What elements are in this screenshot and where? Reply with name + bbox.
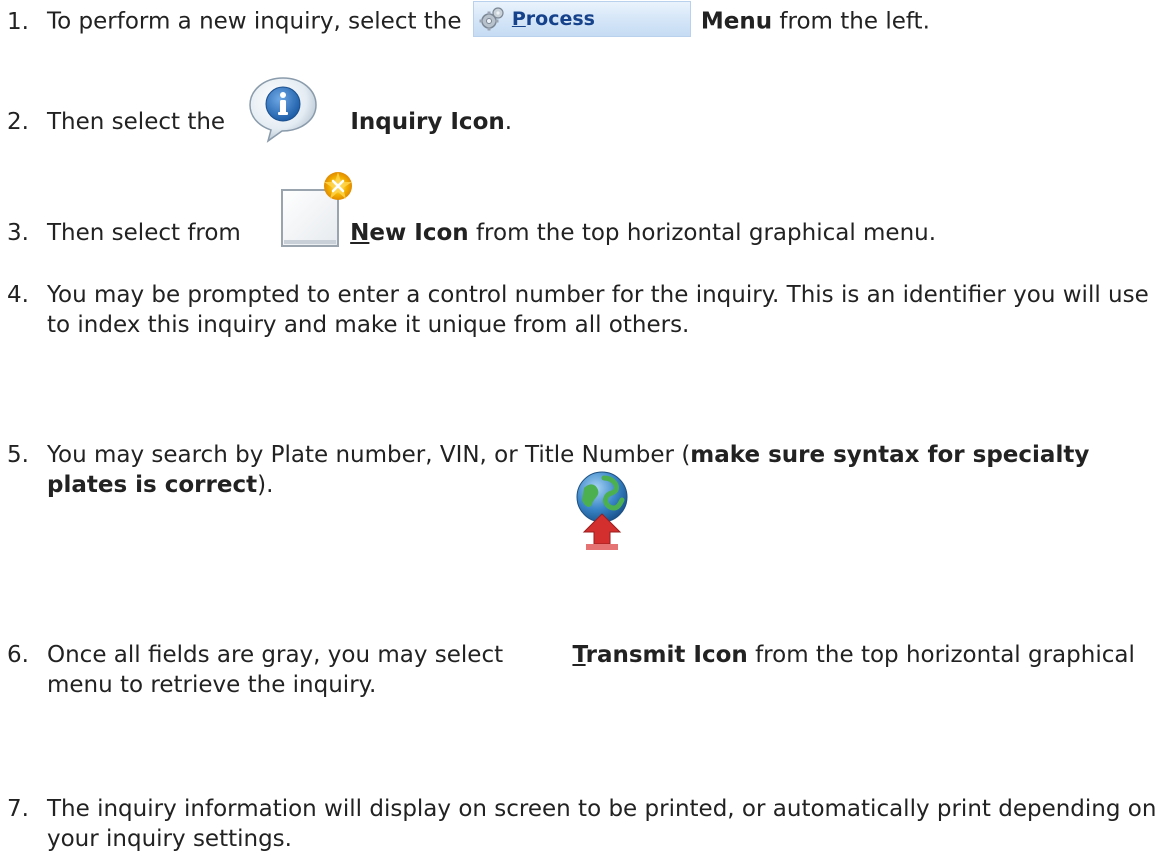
step-bold-text: ransmit Icon (585, 642, 748, 668)
step-text: from the top horizontal graphical menu. (468, 220, 937, 246)
gear-icon (479, 7, 504, 31)
step-text: You may be prompted to enter a control n… (47, 282, 1149, 338)
step-text: . (504, 109, 513, 135)
step-number: 4. (7, 282, 29, 308)
step-1: 1. To perform a new inquiry, select the P… (7, 1, 1157, 40)
step-number: 6. (7, 642, 29, 668)
step-text: Then select the (47, 109, 226, 135)
step-text: Then select from (47, 220, 241, 246)
step-bold-text: Menu (700, 8, 773, 35)
step-text: ). (257, 472, 274, 498)
step-text: The inquiry information will display on … (47, 796, 1157, 852)
process-menu-button[interactable]: Process (472, 1, 691, 37)
new-document-icon[interactable] (278, 166, 358, 250)
step-number: 2. (7, 109, 29, 135)
step-bold-text: ew Icon (369, 220, 469, 246)
step-number: 7. (7, 796, 29, 822)
step-2: 2. Then select the Inquiry Icon. (7, 107, 1157, 137)
step-bold-text: Inquiry Icon (350, 109, 505, 135)
step-number: 5. (7, 442, 29, 468)
process-menu-label: Process (511, 8, 595, 30)
globe-transmit-icon[interactable] (572, 470, 632, 552)
step-6: 6. Once all fields are gray, you may sele… (7, 640, 1165, 700)
step-text: from the left. (772, 8, 930, 35)
step-7: 7. The inquiry information will display o… (7, 794, 1165, 854)
step-text: You may search by Plate number, VIN, or … (47, 442, 691, 468)
step-number: 1. (7, 8, 29, 35)
info-speech-bubble-icon[interactable] (246, 75, 320, 145)
step-text: To perform a new inquiry, select the (47, 8, 462, 35)
step-bold-text: T (572, 642, 586, 668)
step-3: 3. Then select from New Icon from the top… (7, 218, 1157, 248)
step-number: 3. (7, 220, 29, 246)
step-text: Once all fields are gray, you may select (47, 642, 504, 668)
step-4: 4. You may be prompted to enter a control… (7, 280, 1165, 340)
